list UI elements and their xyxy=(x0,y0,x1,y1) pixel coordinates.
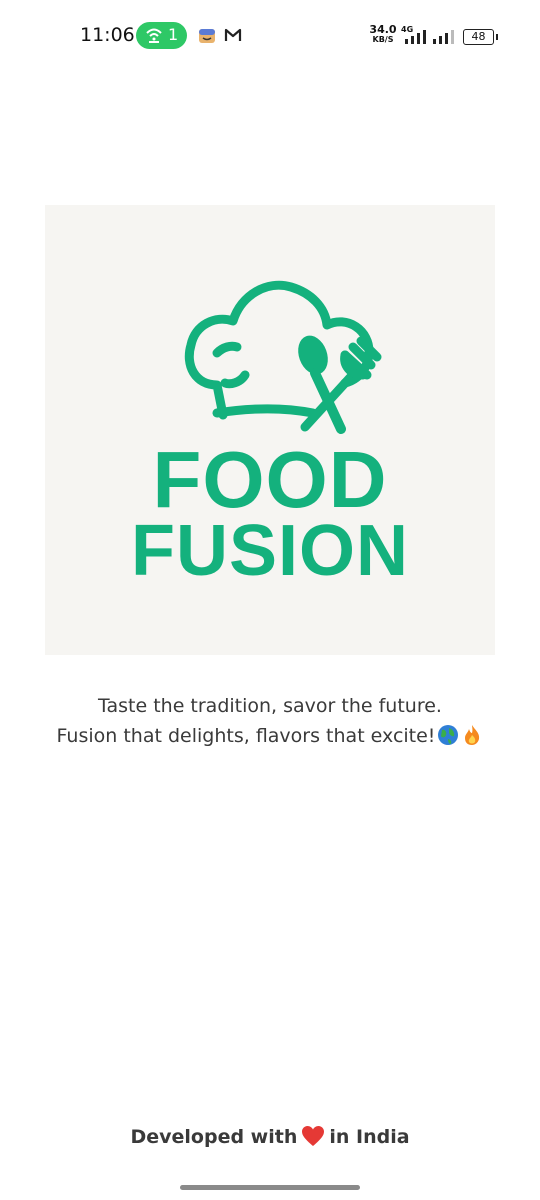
logo-title-line2: FUSION xyxy=(130,511,409,591)
network-speed-unit: KB/S xyxy=(372,35,394,44)
app-notification-icon xyxy=(199,29,215,43)
footer-suffix: in India xyxy=(329,1126,410,1148)
fire-icon xyxy=(465,725,480,745)
tagline-line2-text: Fusion that delights, flavors that excit… xyxy=(56,725,436,747)
network-speed: 34.0 KB/S xyxy=(368,23,398,45)
tagline-line1: Taste the tradition, savor the future. xyxy=(98,695,442,717)
footer-prefix: Developed with xyxy=(130,1126,298,1148)
signal-strength-icon xyxy=(405,30,426,44)
hotspot-indicator[interactable]: 1 xyxy=(136,22,187,49)
heart-icon xyxy=(302,1126,325,1146)
signal-strength-icon-2 xyxy=(433,30,454,44)
footer-credit: Developed with in India xyxy=(0,1124,540,1150)
app-logo: FOOD FUSION xyxy=(45,205,495,655)
network-speed-value: 34.0 xyxy=(369,23,397,36)
status-time: 11:06 xyxy=(80,24,135,46)
home-indicator[interactable] xyxy=(180,1185,360,1190)
gmail-icon xyxy=(224,28,242,41)
battery-level: 48 xyxy=(471,30,486,43)
battery-icon: 48 xyxy=(463,29,498,45)
tagline-line2: Fusion that delights, flavors that excit… xyxy=(0,723,540,749)
status-bar: 11:06 1 34.0 KB/S 4G 48 xyxy=(0,0,540,72)
hotspot-count: 1 xyxy=(168,25,179,44)
globe-icon xyxy=(438,725,459,745)
wifi-icon xyxy=(146,28,162,43)
